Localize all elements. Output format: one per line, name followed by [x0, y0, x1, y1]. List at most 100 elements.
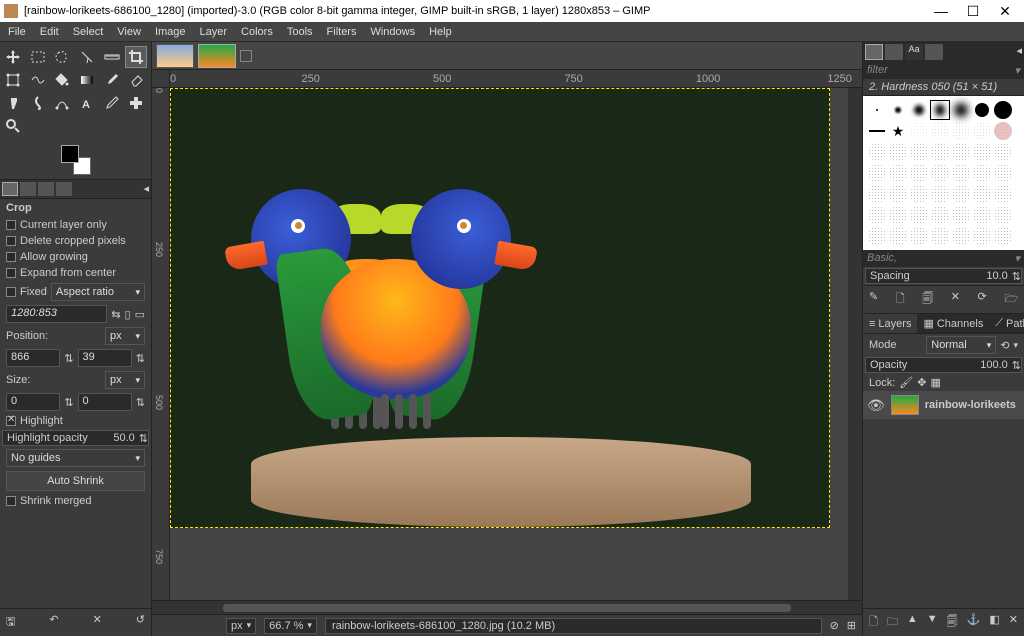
expand-center-checkbox[interactable]	[6, 268, 16, 278]
duplicate-layer-icon[interactable]: 🗐	[947, 613, 958, 632]
brush-item[interactable]	[972, 100, 992, 120]
fonts-tab[interactable]: Aa	[905, 44, 923, 60]
tag-dropdown-icon[interactable]: ▾	[1014, 252, 1020, 265]
highlight-checkbox[interactable]	[6, 416, 16, 426]
brush-item[interactable]	[930, 163, 950, 183]
fixed-mode-select[interactable]: Aspect ratio▾	[51, 283, 145, 301]
opacity-slider[interactable]: Opacity 100.0 ⇅	[865, 357, 1022, 373]
layer-row[interactable]: 👁 rainbow-lorikeets	[863, 391, 1024, 419]
lock-pixels-icon[interactable]: 🖌	[899, 376, 913, 389]
filter-input[interactable]: filter	[867, 64, 888, 77]
spacing-slider[interactable]: Spacing 10.0 ⇅	[865, 268, 1022, 284]
brush-item[interactable]	[888, 163, 908, 183]
device-status-tab[interactable]	[20, 182, 36, 196]
ruler-vertical[interactable]: 0 250 500 750	[152, 88, 170, 600]
horizontal-scrollbar[interactable]	[152, 600, 862, 614]
path-tool[interactable]	[51, 92, 73, 114]
spinner-icon[interactable]: ⇅	[136, 352, 145, 365]
save-preset-icon[interactable]: 🖫	[6, 613, 15, 632]
lock-alpha-icon[interactable]: ▦	[930, 376, 940, 389]
fuzzy-select-tool[interactable]	[76, 46, 98, 68]
status-zoom-select[interactable]: 66.7 %▾	[264, 618, 317, 634]
brush-item[interactable]	[867, 184, 887, 204]
images-tab[interactable]	[56, 182, 72, 196]
tab-menu-icon[interactable]: ◂	[143, 182, 149, 196]
paintbrush-tool[interactable]	[101, 69, 123, 91]
brush-item[interactable]	[930, 100, 950, 120]
brush-item[interactable]	[888, 100, 908, 120]
brush-item[interactable]	[972, 205, 992, 225]
filter-tags-icon[interactable]: ▾	[1014, 64, 1020, 77]
spinner-icon[interactable]: ⇅	[1012, 270, 1021, 283]
zoom-tool[interactable]	[2, 115, 24, 137]
canvas[interactable]	[170, 88, 848, 600]
menu-layer[interactable]: Layer	[200, 26, 228, 38]
rect-select-tool[interactable]	[27, 46, 49, 68]
new-group-icon[interactable]: 🗀	[887, 613, 898, 632]
fixed-checkbox[interactable]	[6, 287, 16, 297]
brush-item[interactable]	[972, 163, 992, 183]
shrink-merged-checkbox[interactable]	[6, 496, 16, 506]
eraser-tool[interactable]	[125, 69, 147, 91]
undo-history-tab[interactable]	[38, 182, 54, 196]
close-button[interactable]: ✕	[998, 4, 1012, 18]
lower-layer-icon[interactable]: ▼	[927, 613, 938, 632]
brush-item[interactable]	[951, 142, 971, 162]
brush-item[interactable]	[888, 205, 908, 225]
brush-item[interactable]	[993, 121, 1013, 141]
brush-item[interactable]	[888, 184, 908, 204]
navigation-icon[interactable]: ⊞	[847, 619, 856, 632]
spinner-icon[interactable]: ⇅	[139, 432, 148, 445]
raise-layer-icon[interactable]: ▲	[907, 613, 918, 632]
pos-x-field[interactable]: 866	[6, 349, 60, 367]
brush-item[interactable]	[993, 184, 1013, 204]
spinner-icon[interactable]: ⇅	[136, 396, 145, 409]
brushes-tab[interactable]	[865, 44, 883, 60]
brush-item[interactable]	[930, 226, 950, 246]
smudge-tool[interactable]	[27, 92, 49, 114]
image-tab-2[interactable]	[198, 44, 236, 68]
mode-select[interactable]: Normal▾	[926, 336, 996, 354]
pos-y-field[interactable]: 39	[78, 349, 132, 367]
layers-tab[interactable]: ≡Layers	[863, 314, 917, 333]
refresh-brush-icon[interactable]: ⟳	[978, 290, 987, 309]
vertical-scrollbar[interactable]	[848, 88, 862, 600]
brush-item[interactable]	[867, 163, 887, 183]
menu-file[interactable]: File	[8, 26, 26, 38]
brush-item[interactable]	[909, 226, 929, 246]
menu-select[interactable]: Select	[73, 26, 104, 38]
minimize-button[interactable]: —	[934, 4, 948, 18]
heal-tool[interactable]	[125, 92, 147, 114]
brush-item[interactable]	[888, 226, 908, 246]
fg-color-swatch[interactable]	[61, 145, 79, 163]
color-picker-tool[interactable]	[101, 92, 123, 114]
brush-item[interactable]	[888, 142, 908, 162]
open-brush-icon[interactable]: 🗁	[1004, 290, 1018, 309]
brush-item[interactable]	[972, 121, 992, 141]
brush-item[interactable]	[972, 226, 992, 246]
brush-item[interactable]	[972, 142, 992, 162]
cancel-icon[interactable]: ⊘	[830, 619, 839, 632]
ratio-field[interactable]: 1280:853	[6, 305, 107, 323]
delete-brush-icon[interactable]: ✕	[951, 290, 960, 309]
brush-item[interactable]	[993, 163, 1013, 183]
delete-layer-icon[interactable]: ✕	[1009, 613, 1018, 632]
image-tab-1[interactable]	[156, 44, 194, 68]
delete-preset-icon[interactable]: ✕	[93, 613, 102, 632]
brush-item[interactable]	[972, 184, 992, 204]
brush-item[interactable]	[867, 205, 887, 225]
lock-position-icon[interactable]: ✥	[917, 376, 926, 389]
menu-colors[interactable]: Colors	[241, 26, 273, 38]
measure-tool[interactable]	[101, 46, 123, 68]
gradient-tool[interactable]	[76, 69, 98, 91]
delete-cropped-checkbox[interactable]	[6, 236, 16, 246]
position-unit-select[interactable]: px▾	[105, 327, 145, 345]
brush-item[interactable]	[930, 205, 950, 225]
text-tool[interactable]: A	[76, 92, 98, 114]
menu-image[interactable]: Image	[155, 26, 186, 38]
crop-tool[interactable]	[125, 46, 147, 68]
transform-tool[interactable]	[2, 69, 24, 91]
layer-thumbnail[interactable]	[891, 395, 919, 415]
menu-tools[interactable]: Tools	[287, 26, 313, 38]
spinner-icon[interactable]: ⇅	[64, 352, 73, 365]
